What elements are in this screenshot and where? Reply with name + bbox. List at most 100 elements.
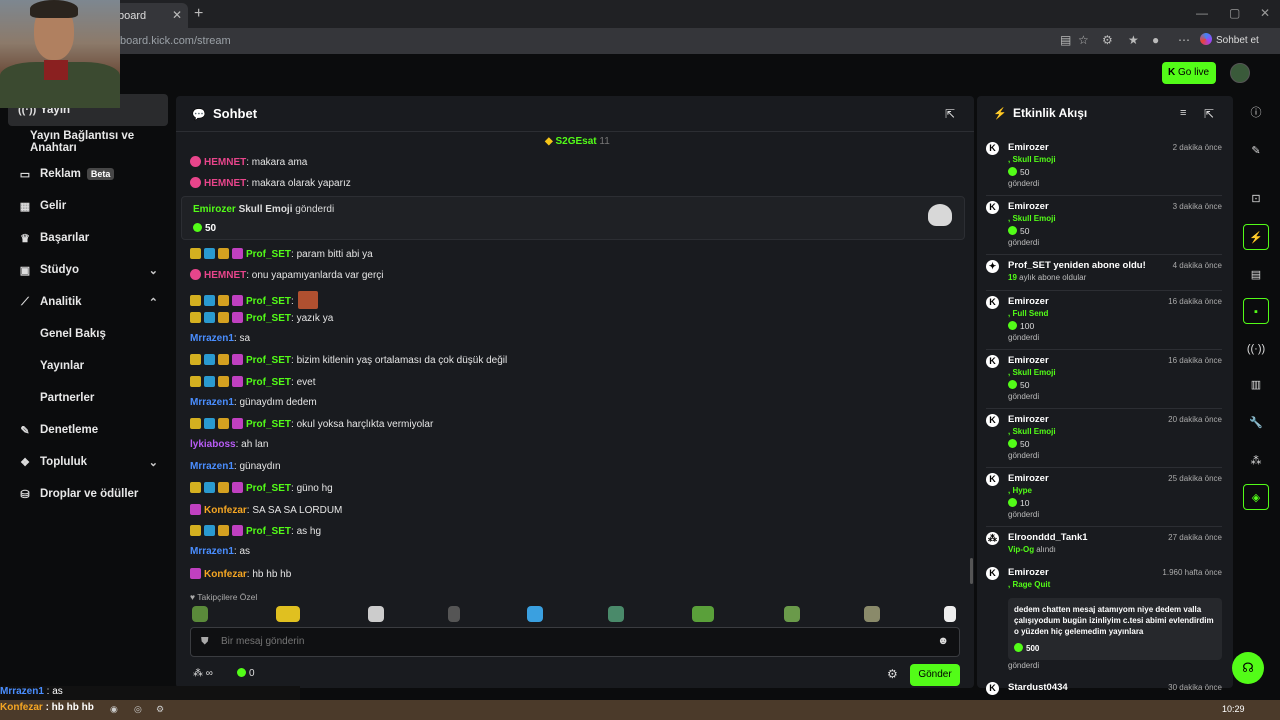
send-button[interactable]: Gönder xyxy=(910,664,960,686)
event-user[interactable]: Stardust0434 xyxy=(1008,682,1068,693)
sidebar-item-reklam[interactable]: ▭ Reklam Beta xyxy=(0,158,176,190)
filter-icon[interactable]: ≡ xyxy=(1180,107,1186,119)
focus-icon[interactable]: ⊡ xyxy=(1243,186,1269,212)
wrench-icon[interactable]: 🔧 xyxy=(1243,410,1269,436)
pinned-user[interactable]: ◆ S2GEsat 11 xyxy=(545,136,610,147)
sidebar-item-basarilar[interactable]: ♛ Başarılar xyxy=(0,222,176,254)
chat-username[interactable]: Konfezar xyxy=(204,569,247,580)
sidebar-item-stream-key[interactable]: Yayın Bağlantısı ve Anahtarı xyxy=(0,126,176,158)
event-user[interactable]: Elroonddd_Tank1 xyxy=(1008,532,1088,543)
chat-username[interactable]: HEMNET xyxy=(204,157,246,168)
activity-toggle-icon[interactable]: ⚡ xyxy=(1243,224,1269,250)
event-user[interactable]: Emirozer xyxy=(1008,355,1049,366)
sidebar-item-topluluk[interactable]: ❖ Topluluk ⌄ xyxy=(0,446,176,478)
chat-username[interactable]: Mrrazen1 xyxy=(190,397,234,408)
event-user[interactable]: Emirozer xyxy=(1008,201,1049,212)
chat-message-input[interactable] xyxy=(221,636,901,647)
browser-tab[interactable]: board ✕ xyxy=(110,3,188,28)
event-user[interactable]: Emirozer xyxy=(1008,567,1049,578)
chat-settings-icon[interactable]: ⚙ xyxy=(887,667,898,681)
sidebar-item-genel-bakis[interactable]: Genel Bakış xyxy=(0,318,176,350)
notes-icon[interactable]: ▤ xyxy=(1243,262,1269,288)
popout-icon[interactable]: ⇱ xyxy=(1204,107,1214,121)
emote-item[interactable] xyxy=(608,606,624,622)
window-close-icon[interactable]: ✕ xyxy=(1260,6,1270,20)
broadcast-icon[interactable]: ((·)) xyxy=(1243,336,1269,362)
pencil-icon[interactable]: ✎ xyxy=(1243,138,1269,164)
chat-input-box[interactable]: ⛊ ☻ xyxy=(190,627,960,657)
emote-item[interactable] xyxy=(527,606,543,622)
steam-icon[interactable]: ⚙ xyxy=(156,704,164,715)
star-icon[interactable]: ☆ xyxy=(1078,33,1089,47)
chat-username[interactable]: Prof_SET xyxy=(246,355,291,366)
chat-username[interactable]: Prof_SET xyxy=(246,419,291,430)
chat-username[interactable]: Prof_SET xyxy=(246,483,291,494)
sidebar-item-studyo[interactable]: ▣ Stüdyo ⌄ xyxy=(0,254,176,286)
gift-verb: gönderdi xyxy=(295,204,335,215)
profile-icon[interactable]: ● xyxy=(1152,33,1159,47)
event-item-suffix: alındı xyxy=(1034,545,1056,554)
sidebar-item-droplar[interactable]: ⛁ Droplar ve ödüller xyxy=(0,478,176,510)
obs-icon[interactable]: ◎ xyxy=(134,704,142,715)
minimize-icon[interactable]: — xyxy=(1196,6,1208,20)
event-user[interactable]: Emirozer xyxy=(1008,142,1049,153)
chat-username[interactable]: Prof_SET xyxy=(246,526,291,537)
sidebar-item-yayinlar[interactable]: Yayınlar xyxy=(0,350,176,382)
layout-icon[interactable]: ▥ xyxy=(1243,372,1269,398)
emote-item[interactable] xyxy=(192,606,208,622)
emote-item[interactable] xyxy=(368,606,384,622)
discord-icon[interactable]: ◉ xyxy=(110,704,118,715)
chat-username[interactable]: Prof_SET xyxy=(246,296,291,307)
community-icon[interactable]: ⁂ xyxy=(1243,448,1269,474)
chat-scrollbar[interactable] xyxy=(970,558,973,584)
emote-item[interactable] xyxy=(864,606,880,622)
close-tab-icon[interactable]: ✕ xyxy=(172,8,182,22)
chat-username[interactable]: HEMNET xyxy=(204,178,246,189)
drops-icon[interactable]: ◈ xyxy=(1243,484,1269,510)
emote-item[interactable] xyxy=(784,606,800,622)
chat-username[interactable]: Prof_SET xyxy=(246,313,291,324)
chat-username[interactable]: Mrrazen1 xyxy=(190,333,234,344)
url-field[interactable]: board.kick.com/stream xyxy=(120,35,231,47)
chat-username[interactable]: HEMNET xyxy=(204,270,246,281)
emote-item[interactable] xyxy=(692,606,714,622)
user-avatar[interactable] xyxy=(1230,63,1250,83)
chat-username[interactable]: Mrrazen1 xyxy=(190,546,234,557)
event-user[interactable]: Emirozer xyxy=(1008,296,1049,307)
chat-username[interactable]: Prof_SET xyxy=(246,377,291,388)
sidebar-item-gelir[interactable]: ▦ Gelir xyxy=(0,190,176,222)
copilot-chat-button[interactable]: Sohbet et xyxy=(1200,33,1259,46)
emoji-icon[interactable]: ☻ xyxy=(937,635,949,647)
help-button[interactable]: ☊ xyxy=(1232,652,1264,684)
maximize-icon[interactable]: ▢ xyxy=(1229,6,1240,20)
extensions-icon[interactable]: ⚙ xyxy=(1102,33,1113,47)
new-tab-icon[interactable]: + xyxy=(194,5,203,23)
channel-points[interactable]: ⁂ ∞ xyxy=(193,668,213,679)
event-user[interactable]: Emirozer xyxy=(1008,473,1049,484)
event-user[interactable]: Emirozer xyxy=(1008,414,1049,425)
chat-username[interactable]: lykiaboss xyxy=(190,439,236,450)
emote-item[interactable] xyxy=(448,606,460,622)
emote-item[interactable] xyxy=(944,606,956,622)
chat-username[interactable]: Konfezar xyxy=(204,505,247,516)
chat-username[interactable]: Prof_SET xyxy=(246,249,291,260)
chat-toggle-icon[interactable]: ▪ xyxy=(1243,298,1269,324)
emote-item[interactable] xyxy=(276,606,300,622)
chat-username[interactable]: Mrrazen1 xyxy=(190,461,234,472)
event-item-name: Vip-Og xyxy=(1008,545,1035,554)
sidebar-item-label: Topluluk xyxy=(40,456,88,468)
popout-icon[interactable]: ⇱ xyxy=(945,107,955,121)
go-live-button[interactable]: K Go live xyxy=(1162,62,1216,84)
sidebar-item-label: Başarılar xyxy=(40,232,90,244)
kicks-balance[interactable]: 0 xyxy=(237,668,255,679)
more-icon[interactable]: ⋯ xyxy=(1178,33,1190,47)
reader-icon[interactable]: ▤ xyxy=(1060,33,1071,47)
sidebar-item-partnerler[interactable]: Partnerler xyxy=(0,382,176,414)
gift-user[interactable]: Emirozer xyxy=(193,204,236,215)
event-user[interactable]: Prof_SET yeniden abone oldu! xyxy=(1008,260,1146,271)
favorites-icon[interactable]: ★ xyxy=(1128,33,1139,47)
taskbar xyxy=(0,700,1280,720)
info-icon[interactable]: ⓘ xyxy=(1243,100,1269,126)
sidebar-item-analitik[interactable]: ⟋ Analitik ⌃ xyxy=(0,286,176,318)
sidebar-item-denetleme[interactable]: ✎ Denetleme xyxy=(0,414,176,446)
